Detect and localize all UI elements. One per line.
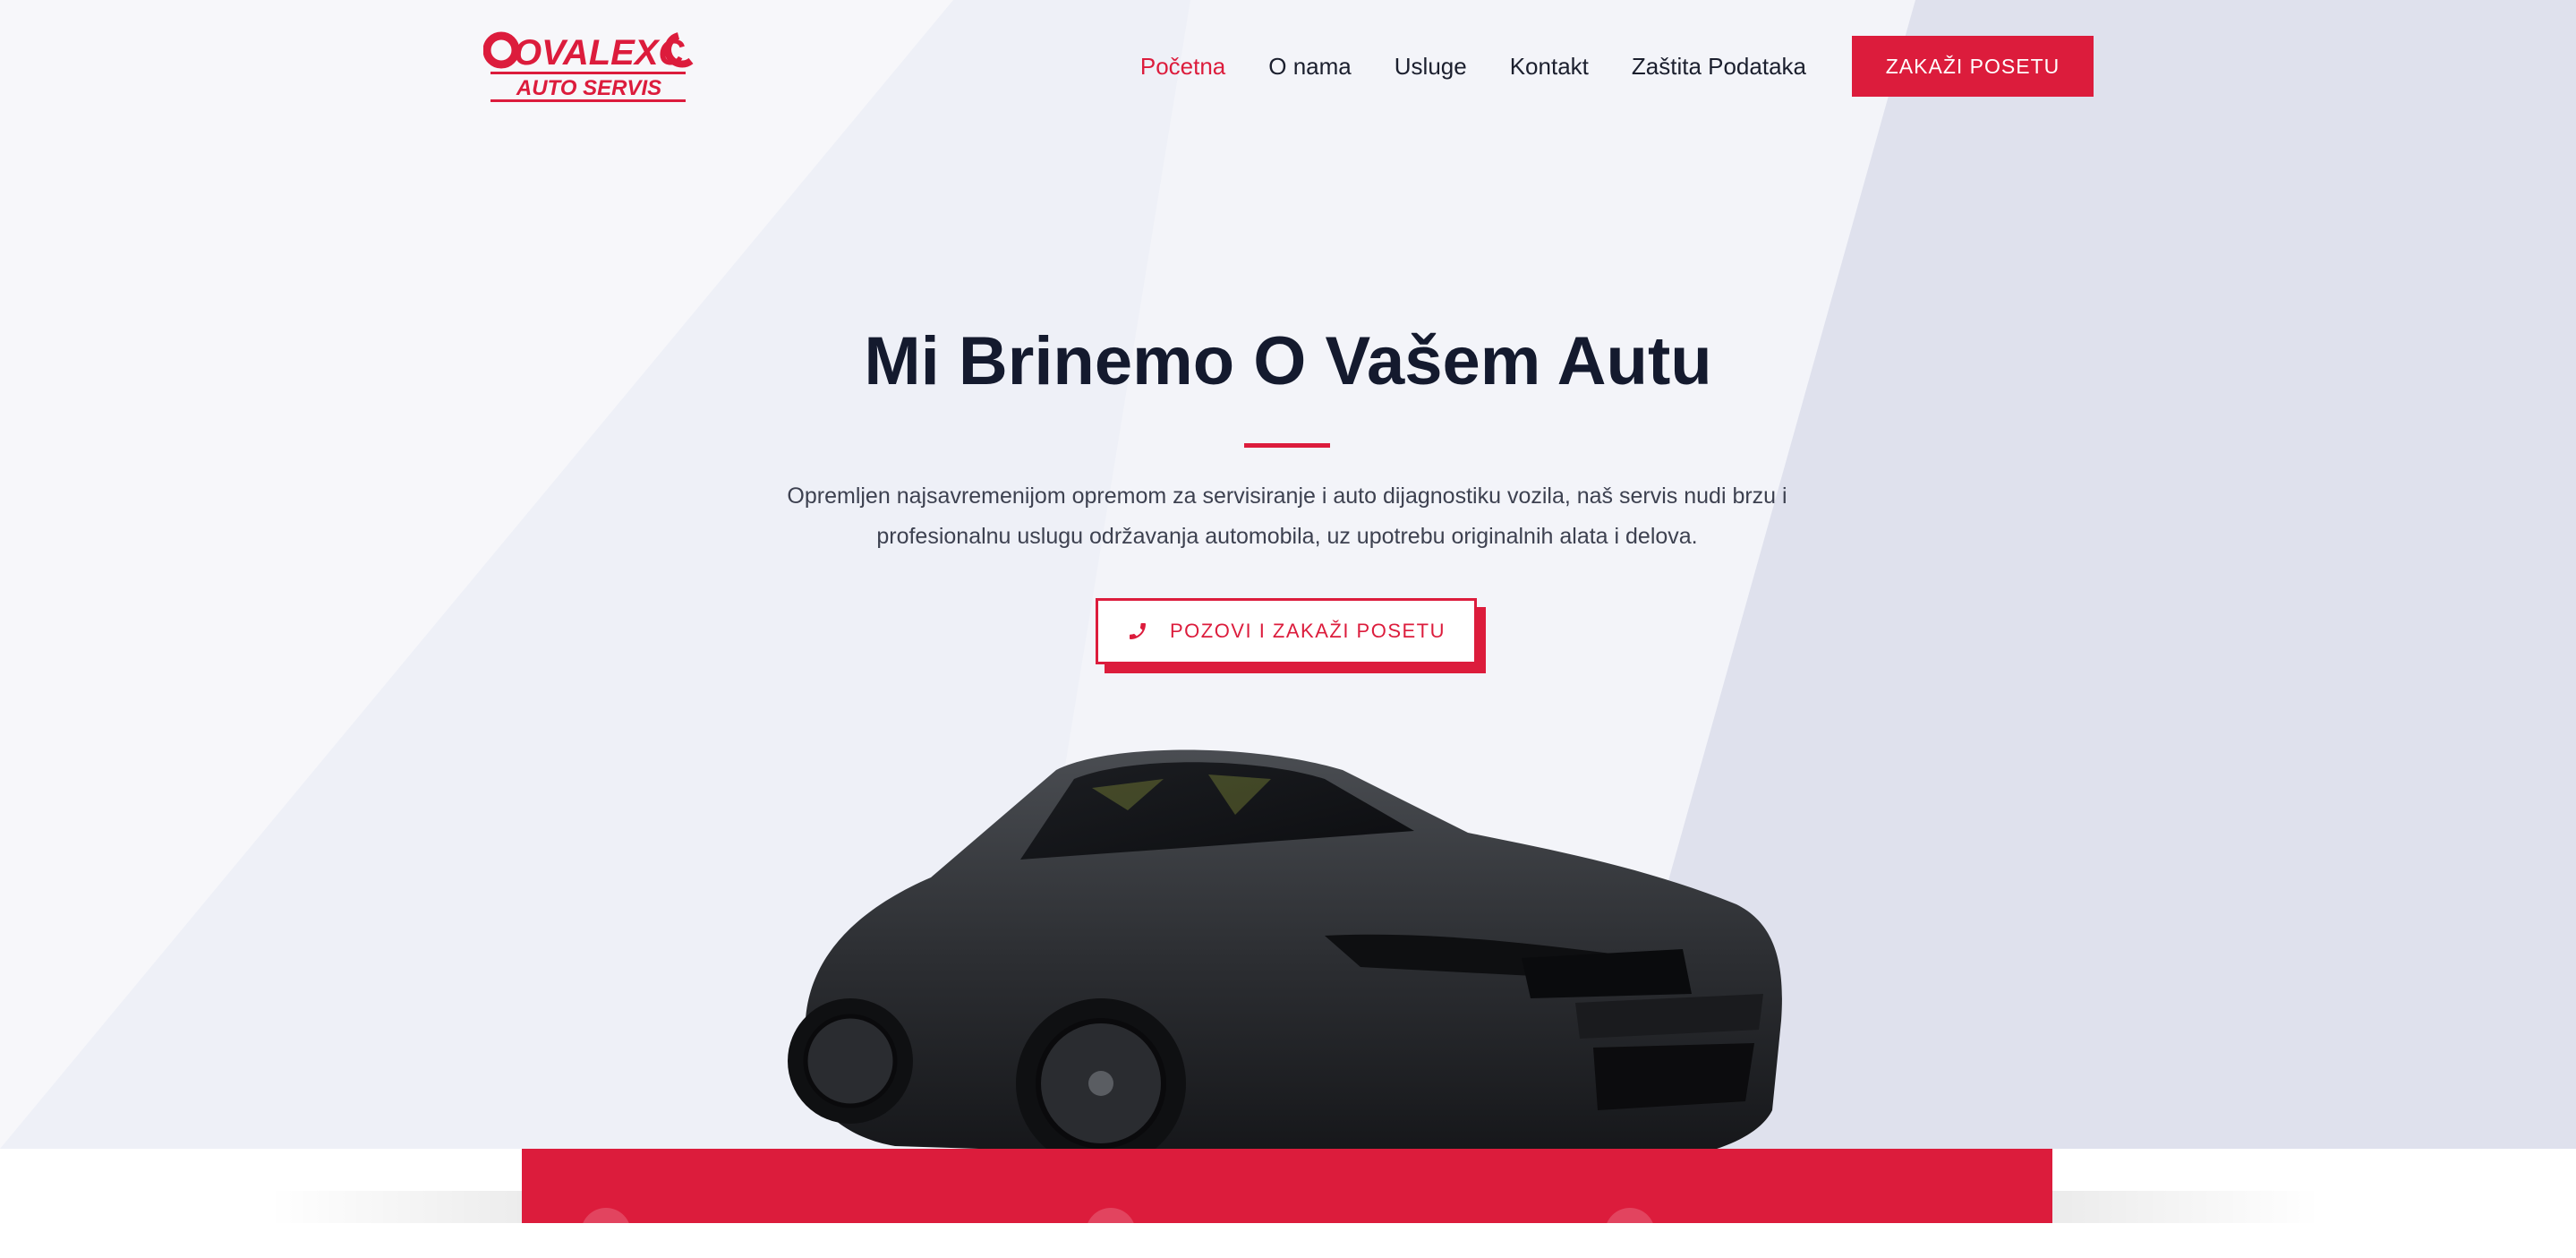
phone-icon	[1129, 623, 1146, 639]
nav-item-usluge[interactable]: Usluge	[1395, 53, 1467, 81]
title-divider	[1244, 443, 1330, 448]
service-icon	[581, 1208, 631, 1258]
service-icon	[1086, 1208, 1136, 1258]
nav-item-zastita-podataka[interactable]: Zaštita Podataka	[1632, 53, 1806, 81]
brand-logo[interactable]: OVALEXC AUTO SERVIS	[482, 27, 695, 104]
nav-item-o-nama[interactable]: O nama	[1268, 53, 1352, 81]
car-image	[788, 725, 1799, 1200]
band-shadow-right	[2052, 1191, 2321, 1223]
hero-title: Mi Brinemo O Vašem Autu	[864, 323, 1712, 399]
logo-wordmark: OVALEXC	[514, 33, 686, 73]
call-and-book-button[interactable]: POZOVI I ZAKAŽI POSETU	[1096, 598, 1477, 664]
call-cta: POZOVI I ZAKAŽI POSETU	[1096, 598, 1486, 673]
logo-subtitle: AUTO SERVIS	[516, 76, 661, 100]
book-visit-button[interactable]: ZAKAŽI POSETU	[1852, 36, 2094, 97]
service-icon	[1605, 1208, 1655, 1258]
car-illustration	[788, 749, 1782, 1197]
call-button-label: POZOVI I ZAKAŽI POSETU	[1169, 620, 1446, 642]
site-header: OVALEXC AUTO SERVIS Početna O nama Uslug…	[0, 0, 2576, 134]
band-shadow-left	[269, 1191, 537, 1223]
logo-image: OVALEXC AUTO SERVIS	[482, 31, 694, 102]
hero-description: Opremljen najsavremenijom opremom za ser…	[787, 484, 1787, 549]
nav-item-kontakt[interactable]: Kontakt	[1510, 53, 1589, 81]
services-band	[522, 1149, 2052, 1258]
nav-item-pocetna[interactable]: Početna	[1140, 53, 1225, 81]
main-nav: Početna O nama Usluge Kontakt Zaštita Po…	[1097, 47, 1806, 86]
